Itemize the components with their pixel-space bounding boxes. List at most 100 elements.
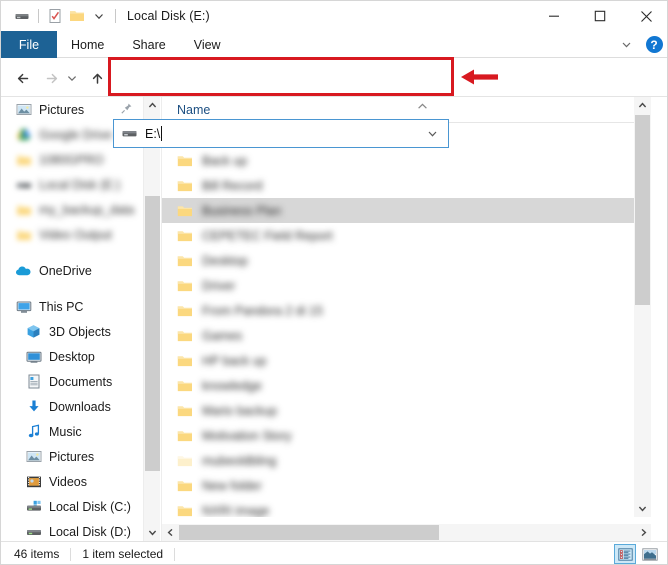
sidebar-item-label: 3D Objects <box>49 324 111 339</box>
sidebar-item-downloads[interactable]: Downloads <box>1 394 143 419</box>
sidebar-item-label: 1080GPRO <box>39 152 104 167</box>
quick-access-toolbar <box>1 5 121 27</box>
chevron-down-icon[interactable] <box>88 5 110 27</box>
scroll-up-icon[interactable] <box>144 97 161 114</box>
table-row[interactable]: Back up <box>162 148 651 173</box>
sidebar-item-pictures[interactable]: Pictures <box>1 444 143 469</box>
file-list-hscrollbar-thumb[interactable] <box>179 525 439 540</box>
table-row[interactable]: Business Plan <box>162 198 651 223</box>
desktop-icon <box>25 348 42 365</box>
table-row[interactable]: NXRI image <box>162 498 651 517</box>
tab-view[interactable]: View <box>180 31 235 58</box>
this-pc-icon <box>15 298 32 315</box>
tab-share[interactable]: Share <box>118 31 179 58</box>
up-button[interactable] <box>85 66 109 90</box>
sidebar-scrollbar-thumb[interactable] <box>145 196 160 471</box>
table-row[interactable]: Driver <box>162 273 651 298</box>
table-row[interactable]: HP back up <box>162 348 651 373</box>
back-button[interactable] <box>11 66 35 90</box>
scroll-right-icon[interactable] <box>635 524 651 541</box>
table-row[interactable]: Motivation Story <box>162 423 651 448</box>
table-row[interactable]: New folder <box>162 473 651 498</box>
toolbar-separator-2 <box>115 9 116 23</box>
sidebar-item-documents[interactable]: Documents <box>1 369 143 394</box>
recent-locations-icon[interactable] <box>64 66 80 90</box>
address-input[interactable]: E:\ <box>145 126 163 141</box>
sidebar-item-music[interactable]: Music <box>1 419 143 444</box>
table-row[interactable]: Bill Record <box>162 173 651 198</box>
navigation-bar: E:\ Search Local Disk (E:) <box>1 58 667 148</box>
tab-home[interactable]: Home <box>57 31 118 58</box>
documents-icon <box>25 373 42 390</box>
file-list-scrollbar[interactable] <box>634 97 651 517</box>
file-name: Desktop <box>202 253 248 268</box>
properties-icon[interactable] <box>44 5 66 27</box>
table-row[interactable]: Games <box>162 323 651 348</box>
help-button[interactable]: ? <box>641 32 667 58</box>
pictures-icon <box>25 448 42 465</box>
pin-icon[interactable] <box>120 102 133 118</box>
sidebar-item-local-disk-d[interactable]: Local Disk (D:) <box>1 519 143 541</box>
table-row[interactable]: mubeoldbling <box>162 448 651 473</box>
file-name: New folder <box>202 478 262 493</box>
folder-icon <box>177 404 193 418</box>
sidebar-item-this-pc[interactable]: This PC <box>1 294 143 319</box>
table-row[interactable]: Desktop <box>162 248 651 273</box>
forward-button <box>39 66 63 90</box>
column-header-name[interactable]: Name <box>162 103 210 117</box>
sidebar-item-local-disk-e-quick[interactable]: Local Disk (E:) <box>1 172 143 197</box>
sidebar-item-onedrive[interactable]: OneDrive <box>1 258 143 283</box>
sidebar-item-label: Local Disk (C:) <box>49 499 131 514</box>
sidebar-item-desktop[interactable]: Desktop <box>1 344 143 369</box>
folder-icon <box>177 304 193 318</box>
chevron-down-icon[interactable] <box>613 32 639 58</box>
sidebar-scrollbar[interactable] <box>143 97 160 541</box>
navigation-pane: Pictures Google Drive 1080GPRO Local Dis… <box>1 97 143 541</box>
file-explorer-window: Local Disk (E:) File Home Share View ? E… <box>0 0 668 565</box>
sidebar-item-videos[interactable]: Videos <box>1 469 143 494</box>
selection-status: 1 item selected <box>82 547 164 561</box>
sidebar-item-folder-3[interactable]: Video Output <box>1 222 143 247</box>
new-folder-icon[interactable] <box>66 5 88 27</box>
table-row[interactable]: From Pandora 2 di 15 <box>162 298 651 323</box>
folder-icon <box>177 254 193 268</box>
sidebar-item-label: OneDrive <box>39 263 92 278</box>
drive-icon[interactable] <box>11 5 33 27</box>
file-list-hscrollbar[interactable] <box>162 524 651 541</box>
scroll-down-icon[interactable] <box>634 500 651 517</box>
file-list-pane: Name Archive temporary 2016 Back up Bill… <box>161 97 651 541</box>
scroll-down-icon[interactable] <box>144 524 161 541</box>
scroll-left-icon[interactable] <box>162 524 179 541</box>
file-name: HP back up <box>202 353 267 368</box>
file-name: mubeoldbling <box>202 453 277 468</box>
file-name: NXRI image <box>202 503 270 518</box>
sidebar-item-3d-objects[interactable]: 3D Objects <box>1 319 143 344</box>
sidebar-item-label: Video Output <box>39 227 112 242</box>
details-view-button[interactable] <box>614 544 636 564</box>
sidebar-item-label: Desktop <box>49 349 95 364</box>
folder-icon <box>177 329 193 343</box>
tab-file[interactable]: File <box>1 31 57 58</box>
scroll-up-icon[interactable] <box>634 97 651 114</box>
folder-icon <box>177 204 193 218</box>
status-bar: 46 items 1 item selected <box>1 541 667 564</box>
table-row[interactable]: Mario backup <box>162 398 651 423</box>
address-bar[interactable]: E:\ <box>113 119 449 148</box>
sidebar-item-local-disk-c[interactable]: Local Disk (C:) <box>1 494 143 519</box>
folder-icon <box>15 201 32 218</box>
windows-drive-icon <box>25 498 42 515</box>
maximize-button[interactable] <box>577 1 623 31</box>
table-row[interactable]: CEPETEC Field Report <box>162 223 651 248</box>
file-list-scrollbar-thumb[interactable] <box>635 115 650 305</box>
chevron-down-icon[interactable] <box>426 127 439 140</box>
help-icon: ? <box>645 36 663 53</box>
sidebar-item-folder-2[interactable]: my_backup_data <box>1 197 143 222</box>
sidebar-item-folder-1[interactable]: 1080GPRO <box>1 147 143 172</box>
close-button[interactable] <box>623 1 667 31</box>
file-name: Bill Record <box>202 178 263 193</box>
minimize-button[interactable] <box>531 1 577 31</box>
sidebar-item-label: Downloads <box>49 399 111 414</box>
table-row[interactable]: knowledge <box>162 373 651 398</box>
large-icons-view-button[interactable] <box>639 544 661 564</box>
